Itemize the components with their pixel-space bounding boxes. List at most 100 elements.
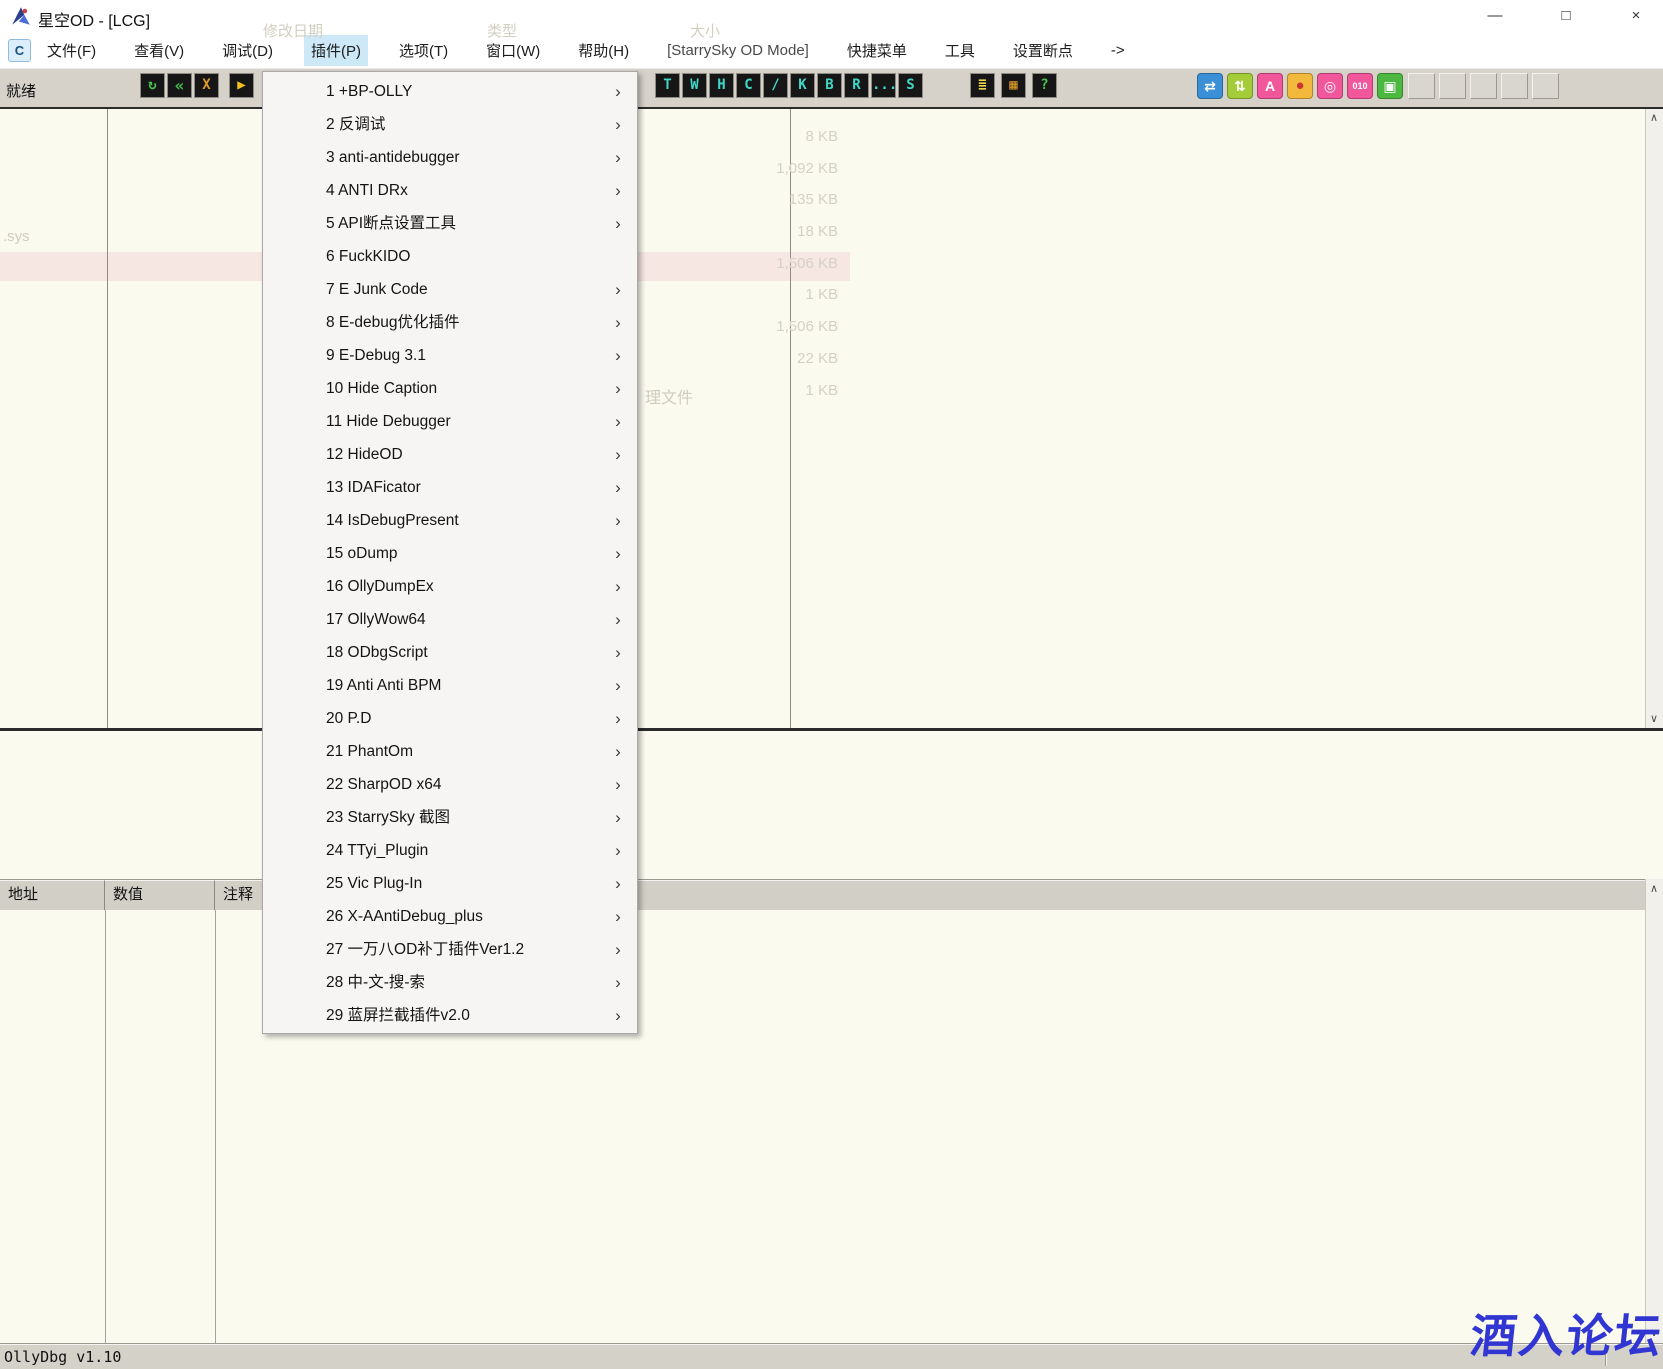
menu-tools[interactable]: 工具 (938, 35, 982, 66)
plugin-menu-item[interactable]: 25 Vic Plug-In › (263, 867, 637, 900)
submenu-chevron-icon: › (611, 735, 625, 768)
document-icon[interactable]: C (8, 39, 31, 62)
top-panel-scrollbar[interactable] (1645, 109, 1663, 728)
menu-view[interactable]: 查看(V) (127, 35, 191, 66)
menu-file[interactable]: 文件(F) (40, 35, 103, 66)
menu-debug[interactable]: 调试(D) (215, 35, 280, 66)
close-process-button[interactable]: X (194, 73, 219, 98)
plugin-menu-item[interactable]: 1 +BP-OLLY › (263, 75, 637, 108)
red-ball-icon-button[interactable]: ● (1287, 73, 1313, 99)
ghost-file-label: 理文件 (645, 384, 693, 408)
toolbar-letter-button[interactable]: S (898, 73, 923, 98)
plugin-menu-item-label: 21 PhantOm (326, 743, 413, 760)
plugin-menu-item[interactable]: 6 FuckKIDO › (263, 240, 637, 273)
plugin-menu-item[interactable]: 29 蓝屏拦截插件v2.0 › (263, 999, 637, 1032)
plugin-menu-item-label: 14 IsDebugPresent (326, 512, 459, 529)
plugin-menu-item[interactable]: 4 ANTI DRx › (263, 174, 637, 207)
toolbar-letter-button[interactable]: B (817, 73, 842, 98)
plugin-menu-item[interactable]: 22 SharpOD x64 › (263, 768, 637, 801)
plugin-menu-item[interactable]: 9 E-Debug 3.1 › (263, 339, 637, 372)
plugin-menu-item[interactable]: 16 OllyDumpEx › (263, 570, 637, 603)
toolbar-letter-button[interactable]: T (655, 73, 680, 98)
plugin-menu-item[interactable]: 14 IsDebugPresent › (263, 504, 637, 537)
menu-window[interactable]: 窗口(W) (479, 35, 547, 66)
swap-arrows-icon-button[interactable]: ⇄ (1197, 73, 1223, 99)
submenu-chevron-icon: › (611, 405, 625, 438)
plugin-menu-item[interactable]: 23 StarrySky 截图 › (263, 801, 637, 834)
plugin-menu-item[interactable]: 27 一万八OD补丁插件Ver1.2 › (263, 933, 637, 966)
toolbar-letter-button[interactable]: W (682, 73, 707, 98)
status-ready-label: 就绪 (6, 80, 36, 101)
menu-arrow[interactable]: -> (1104, 37, 1132, 64)
plugin-menu-item-label: 10 Hide Caption (326, 380, 437, 397)
plugin-menu-item[interactable]: 11 Hide Debugger › (263, 405, 637, 438)
plugin-menu-item-label: 13 IDAFicator (326, 479, 421, 496)
plugin-menu-item[interactable]: 24 TTyi_Plugin › (263, 834, 637, 867)
step-back-button[interactable]: « (167, 73, 192, 98)
menu-quick-menu[interactable]: 快捷菜单 (840, 35, 914, 66)
letter-a-icon-button[interactable]: A (1257, 73, 1283, 99)
updown-arrows-icon-button[interactable]: ⇅ (1227, 73, 1253, 99)
panel-separator (0, 728, 1663, 731)
plugin-menu-item[interactable]: 19 Anti Anti BPM › (263, 669, 637, 702)
empty-toolbar-slot (1408, 73, 1435, 99)
toolbar-letter-button[interactable]: ... (871, 73, 896, 98)
toolbar-letter-button[interactable]: / (763, 73, 788, 98)
scroll-down-icon[interactable]: ∨ (1645, 710, 1663, 728)
plugin-menu-item[interactable]: 10 Hide Caption › (263, 372, 637, 405)
toolbar-letter-button[interactable]: H (709, 73, 734, 98)
target-icon-button[interactable]: ◎ (1317, 73, 1343, 99)
plugin-menu-item[interactable]: 21 PhantOm › (263, 735, 637, 768)
submenu-chevron-icon: › (611, 174, 625, 207)
menu-set-breakpoint[interactable]: 设置断点 (1006, 35, 1080, 66)
menu-plugins[interactable]: 插件(P) (304, 35, 368, 66)
submenu-chevron-icon: › (611, 801, 625, 834)
top-panel: 8 KB1,092 KB135 KB18 KB1,506 KB1 KB1,506… (0, 109, 1645, 728)
submenu-chevron-icon: › (611, 108, 625, 141)
toolbar-letter-button[interactable]: C (736, 73, 761, 98)
scroll-up-icon[interactable]: ∧ (1645, 880, 1663, 898)
submenu-chevron-icon: › (611, 273, 625, 306)
scroll-up-icon[interactable]: ∧ (1645, 109, 1663, 127)
plugin-menu-item[interactable]: 17 OllyWow64 › (263, 603, 637, 636)
minimize-button[interactable]: — (1472, 0, 1518, 32)
submenu-chevron-icon: › (611, 141, 625, 174)
plugin-menu-item[interactable]: 5 API断点设置工具 › (263, 207, 637, 240)
toolbar-view-group: ≣ ▦ ? (970, 73, 1057, 98)
menu-starrysky-mode[interactable]: [StarrySky OD Mode] (660, 37, 816, 64)
restart-button[interactable]: ↻ (140, 73, 165, 98)
empty-toolbar-slot (1439, 73, 1466, 99)
plugin-menu-item[interactable]: 20 P.D › (263, 702, 637, 735)
menu-options[interactable]: 选项(T) (392, 35, 455, 66)
grid-view-button[interactable]: ▦ (1001, 73, 1026, 98)
run-button[interactable]: ▶ (229, 73, 254, 98)
plugin-menu-item[interactable]: 18 ODbgScript › (263, 636, 637, 669)
close-button[interactable]: × (1613, 0, 1659, 32)
plugin-menu-item[interactable]: 7 E Junk Code › (263, 273, 637, 306)
plugin-menu-item[interactable]: 13 IDAFicator › (263, 471, 637, 504)
plugin-menu-item[interactable]: 26 X-AAntiDebug_plus › (263, 900, 637, 933)
maximize-button[interactable]: □ (1543, 0, 1589, 32)
plugin-menu-item[interactable]: 15 oDump › (263, 537, 637, 570)
bottom-panel-scrollbar[interactable] (1645, 879, 1663, 1343)
menu-help[interactable]: 帮助(H) (571, 35, 636, 66)
plugins-dropdown-menu: 1 +BP-OLLY › 2 反调试 › 3 anti-antidebugger… (262, 71, 638, 1034)
binary-010-icon-button[interactable]: 010 (1347, 73, 1373, 99)
plugin-menu-item[interactable]: 12 HideOD › (263, 438, 637, 471)
submenu-chevron-icon: › (611, 603, 625, 636)
empty-toolbar-slot (1532, 73, 1559, 99)
plugin-menu-item[interactable]: 2 反调试 › (263, 108, 637, 141)
plugin-menu-item[interactable]: 8 E-debug优化插件 › (263, 306, 637, 339)
submenu-chevron-icon: › (611, 75, 625, 108)
list-view-button[interactable]: ≣ (970, 73, 995, 98)
bottom-divider-1 (105, 909, 106, 1343)
plugin-menu-item[interactable]: 3 anti-antidebugger › (263, 141, 637, 174)
toolbar-letter-button[interactable]: R (844, 73, 869, 98)
monitor-icon-button[interactable]: ▣ (1377, 73, 1403, 99)
plugin-menu-item-label: 3 anti-antidebugger (326, 149, 460, 166)
toolbar-letter-button[interactable]: K (790, 73, 815, 98)
plugin-menu-item[interactable]: 28 中-文-搜-索 › (263, 966, 637, 999)
plugin-menu-item-label: 16 OllyDumpEx (326, 578, 434, 595)
help-button[interactable]: ? (1032, 73, 1057, 98)
submenu-chevron-icon: › (611, 471, 625, 504)
